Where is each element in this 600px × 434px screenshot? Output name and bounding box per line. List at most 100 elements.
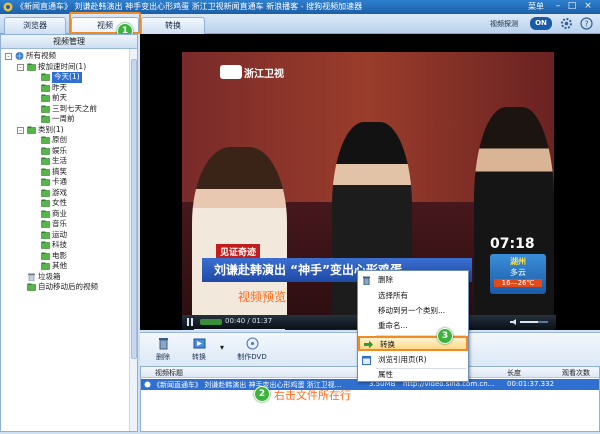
tree-item[interactable]: 商业 [1,209,137,220]
maximize-button[interactable]: □ [566,1,578,12]
make-dvd-label: 制作DVD [237,353,267,361]
gear-icon[interactable] [560,17,573,30]
make-dvd-button[interactable]: 制作DVD [230,336,274,364]
station-name: 浙江卫视 [244,69,284,80]
tree-item[interactable]: 游戏 [1,188,137,199]
column-views[interactable]: 观看次数 [562,368,590,378]
tree-item-label: 今天(1) [52,72,82,83]
tree-item[interactable]: - 类别(1) [1,125,137,136]
menu-label: 属性 [378,370,393,379]
weather-condition: 多云 [510,268,526,277]
delete-button[interactable]: 删除 [146,336,180,364]
step-badge-2: 2 [254,386,270,402]
tree-item[interactable]: 今天(1) [1,72,137,83]
tree-expander[interactable]: - [17,126,24,134]
tree-item-label: 所有视频 [26,51,56,60]
column-length[interactable]: 长度 [507,368,521,378]
tree-item-label: 垃圾箱 [38,271,61,281]
folder-green-icon [41,252,50,260]
station-logo: 浙江卫视 [220,64,290,80]
tree-item[interactable]: - 所有视频 [1,51,137,62]
tree-item-label: 女性 [52,198,67,207]
folder-green-icon [41,84,50,92]
pause-icon[interactable] [186,318,194,326]
tree-item[interactable]: 卡通 [1,177,137,188]
menu-item-properties[interactable]: 属性 [358,368,468,382]
tree-item-label: 原创 [52,135,67,144]
folder-green-icon [41,168,50,176]
sidebar-scrollbar[interactable] [129,49,137,431]
menu-item-select-all[interactable]: 选择所有 [358,289,468,303]
tree-expander[interactable]: - [5,53,12,60]
tree-item[interactable]: 前天 [1,93,137,104]
tree-item[interactable]: 娱乐 [1,146,137,157]
row-annotation-text: 右击文件所在行 [274,389,351,402]
folder-green-icon [41,220,50,228]
tree-expander[interactable]: - [17,63,24,71]
close-button[interactable]: × [582,1,594,12]
folder-green-icon [41,136,50,144]
tree-item-label: 运动 [52,229,67,239]
convert-button[interactable]: 转换 [182,336,216,364]
menu-label: 删除 [378,275,393,284]
tree-item-label: 三到七天之前 [52,103,97,113]
tree-item[interactable]: 其他 [1,261,137,272]
menu-label: 浏览引用页(R) [378,355,427,364]
weather-box: 湖州 多云 16—26℃ [490,254,546,294]
tree-item[interactable]: 垃圾箱 [1,272,137,283]
weather-city: 湖州 [510,257,526,266]
video-detect-toggle[interactable]: ON [530,17,552,30]
help-icon[interactable]: ? [580,17,593,30]
main-menu-button[interactable]: 菜单 [528,1,544,12]
delete-icon [158,338,168,350]
folder-green-icon [41,210,50,218]
delete-icon [363,276,370,285]
tree-item-label: 昨天 [52,82,67,92]
tree-item[interactable]: 三到七天之前 [1,104,137,115]
menu-item-browse-referrer[interactable]: 浏览引用页(R) [358,353,468,367]
context-menu: 删除 选择所有 移动到另一个类别... 重命名... 转换 浏览引用页(R) 属… [357,270,469,382]
weather-temperature: 16—26℃ [494,279,542,287]
column-title[interactable]: 视频标题 [155,368,183,378]
menu-item-delete[interactable]: 删除 [358,273,468,287]
tree-item-label: 游戏 [52,187,67,197]
convert-dropdown-arrow[interactable]: ▾ [220,343,224,352]
tree-item[interactable]: 女性 [1,198,137,209]
tree-item[interactable]: 电影 [1,251,137,262]
tree-item[interactable]: 运动 [1,230,137,241]
caption-tag: 见证奇迹 [216,244,261,259]
menu-label: 选择所有 [378,291,408,300]
tree-item[interactable]: 昨天 [1,83,137,94]
folder-green-icon [41,105,50,113]
convert-arrow-icon [364,340,373,349]
tree-item-label: 商业 [52,208,67,218]
playback-time: 00:40 / 01:37 [225,317,273,325]
folder-green-icon [27,283,36,291]
tree-item[interactable]: 科技 [1,240,137,251]
folder-green-icon [41,115,50,123]
tree-item[interactable]: 搞笑 [1,167,137,178]
tab-browser[interactable]: 浏览器 [4,17,66,34]
presenter-right-figure [474,107,554,330]
step-badge-3: 3 [437,328,453,344]
folder-green-icon [41,231,50,239]
menu-label: 重命名... [378,321,408,330]
tab-convert[interactable]: 转换 [141,17,205,34]
scrollbar-thumb[interactable] [131,59,137,359]
tree-item-label: 电影 [52,250,67,260]
tree-item[interactable]: 音乐 [1,219,137,230]
volume-icon[interactable] [510,319,550,325]
tree-item[interactable]: 自动移动后的视频 [1,282,137,293]
folder-green-icon [41,94,50,102]
tree-item[interactable]: 生活 [1,156,137,167]
minimize-button[interactable]: – [552,1,564,12]
folder-green-icon [41,157,50,165]
menu-item-move-to-category[interactable]: 移动到另一个类别... [358,304,468,318]
tree-item[interactable]: 原创 [1,135,137,146]
tree-item[interactable]: 一周前 [1,114,137,125]
tree-item[interactable]: - 按加速时间(1) [1,62,137,73]
app-logo-icon [3,2,13,12]
preview-annotation: 视频预览 [238,290,287,304]
seek-progress[interactable] [200,319,222,325]
video-detect-toolbar: 视频探测 ON ? [490,14,600,34]
